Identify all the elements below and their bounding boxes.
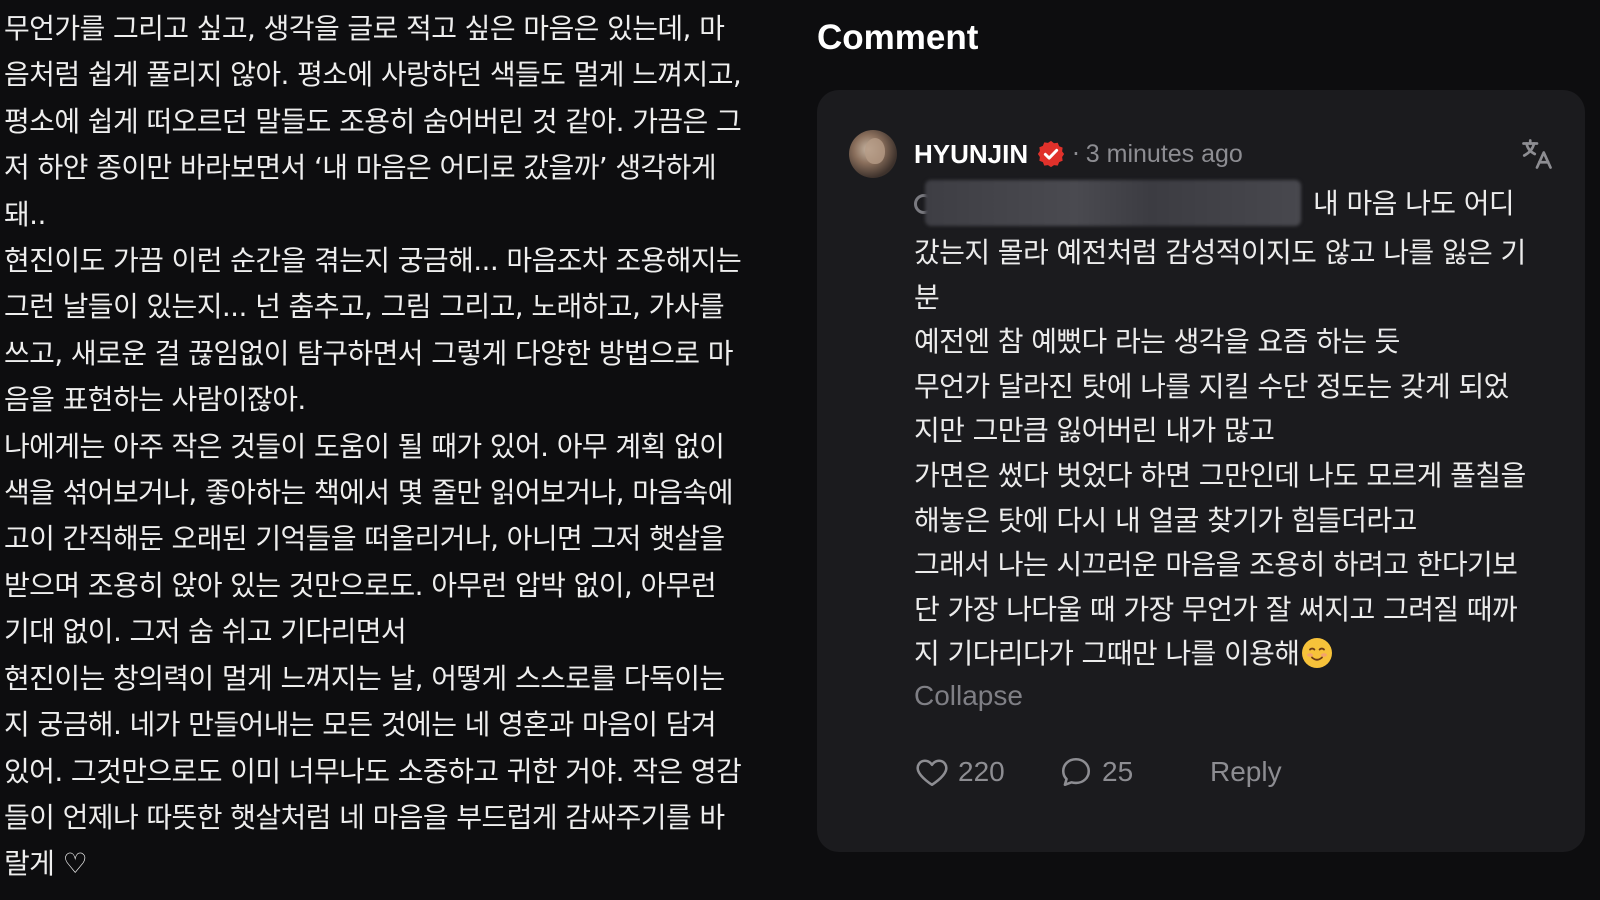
like-button[interactable]: 220: [914, 754, 1058, 790]
comment-body-line: 그래서 나는 시끄러운 마음을 조용히 하려고 한다기보: [914, 548, 1518, 582]
comment-body-line: 해놓은 탓에 다시 내 얼굴 찾기가 힘들더라고: [914, 503, 1417, 537]
letter-line: 랄게 ♡: [4, 847, 88, 881]
letter-line: 있어. 그것만으로도 이미 너무나도 소중하고 귀한 거야. 작은 영감: [4, 754, 742, 788]
heart-icon: [916, 759, 948, 787]
replies-button[interactable]: 25: [1058, 754, 1210, 790]
like-count: 220: [958, 756, 1005, 787]
comment-card: HYUNJIN · 3 minutes ago 내 마음 나도 어디 갔는지 몰…: [817, 90, 1585, 852]
letter-line: 돼..: [4, 197, 46, 231]
author-name[interactable]: HYUNJIN: [914, 139, 1028, 170]
avatar[interactable]: [849, 130, 897, 178]
letter-line: 쓰고, 새로운 걸 끊임없이 탐구하면서 그렇게 다양한 방법으로 마: [4, 336, 733, 370]
letter-line: 지 궁금해. 네가 만들어내는 모든 것에는 네 영혼과 마음이 담겨: [4, 708, 717, 742]
translate-icon[interactable]: [1519, 136, 1555, 172]
comment-body-line: 단 가장 나다울 때 가장 무언가 잘 써지고 그려질 때까: [914, 592, 1518, 626]
comment-header: HYUNJIN · 3 minutes ago: [914, 134, 1243, 174]
letter-line: 저 하얀 종이만 바라보면서 ‘내 마음은 어디로 갔을까’ 생각하게: [4, 151, 717, 185]
comment-body-line-last: 지 기다리다가 그때만 나를 이용해: [914, 632, 1564, 677]
letter-line: 들이 언제나 따뜻한 햇살처럼 네 마음을 부드럽게 감싸주기를 바: [4, 800, 725, 834]
comment-body-line: 가면은 썼다 벗었다 하면 그만인데 나도 모르게 풀칠을: [914, 458, 1526, 492]
letter-line: 기대 없이. 그저 숨 쉬고 기다리면서: [4, 615, 407, 649]
reply-button[interactable]: Reply: [1210, 756, 1282, 788]
comment-body-line: 내 마음 나도 어디: [1313, 187, 1515, 220]
letter-line: 평소에 쉽게 떠오르던 말들도 조용히 숨어버린 것 같아. 가끔은 그: [4, 104, 742, 138]
collapse-button[interactable]: Collapse: [914, 680, 1023, 712]
letter-line: 음처럼 쉽게 풀리지 않아. 평소에 사랑하던 색들도 멀게 느껴지고,: [4, 58, 742, 92]
letter-line: 현진이는 창의력이 멀게 느껴지는 날, 어떻게 스스로를 다독이는: [4, 661, 725, 695]
letter-line: 고이 간직해둔 오래된 기억들을 떠올리거나, 아니면 그저 햇살을: [4, 522, 725, 556]
letter-line: 색을 섞어보거나, 좋아하는 책에서 몇 줄만 읽어보거나, 마음속에: [4, 476, 733, 510]
comment-body-line: 지만 그만큼 잃어버린 내가 많고: [914, 414, 1275, 448]
comment-actions: 220 25 Reply: [914, 750, 1282, 794]
redacted-mention: [925, 180, 1301, 226]
letter-line: 현진이도 가끔 이런 순간을 겪는지 궁금해... 마음조차 조용해지는: [4, 244, 742, 278]
comment-body-line: 무언가 달라진 탓에 나를 지킬 수단 정도는 갖게 되었: [914, 369, 1509, 403]
comment-heading: Comment: [817, 18, 979, 57]
letter-line: 받으며 조용히 앉아 있는 것만으로도. 아무런 압박 없이, 아무런: [4, 568, 717, 602]
letter-text: 무언가를 그리고 싶고, 생각을 글로 적고 싶은 마음은 있는데, 마 음처럼…: [4, 6, 804, 896]
comment-body-text: 지 기다리다가 그때만 나를 이용해: [914, 637, 1300, 671]
page: 무언가를 그리고 싶고, 생각을 글로 적고 싶은 마음은 있는데, 마 음처럼…: [0, 0, 1600, 900]
timestamp: 3 minutes ago: [1085, 139, 1243, 168]
comment-body-line: 분: [914, 280, 940, 314]
speech-bubble-icon: [1061, 757, 1091, 787]
verified-badge-icon: [1038, 140, 1065, 168]
timestamp-separator: ·: [1072, 140, 1080, 168]
smiling-face-emoji-icon: [1302, 638, 1333, 669]
letter-line: 음을 표현하는 사람이잖아.: [4, 383, 306, 417]
letter-line: 그런 날들이 있는지... 넌 춤추고, 그림 그리고, 노래하고, 가사를: [4, 290, 725, 324]
letter-line: 나에게는 아주 작은 것들이 도움이 될 때가 있어. 아무 계획 없이: [4, 429, 725, 463]
comment-body-line: 갔는지 몰라 예전처럼 감성적이지도 않고 나를 잃은 기: [914, 236, 1526, 269]
comment-body: 갔는지 몰라 예전처럼 감성적이지도 않고 나를 잃은 기 분 예전엔 참 예뻤…: [914, 231, 1564, 677]
comment-body-line: 예전엔 참 예뻤다 라는 생각을 요즘 하는 듯: [914, 325, 1400, 359]
replies-count: 25: [1102, 756, 1134, 787]
letter-line: 무언가를 그리고 싶고, 생각을 글로 적고 싶은 마음은 있는데, 마: [4, 12, 725, 45]
